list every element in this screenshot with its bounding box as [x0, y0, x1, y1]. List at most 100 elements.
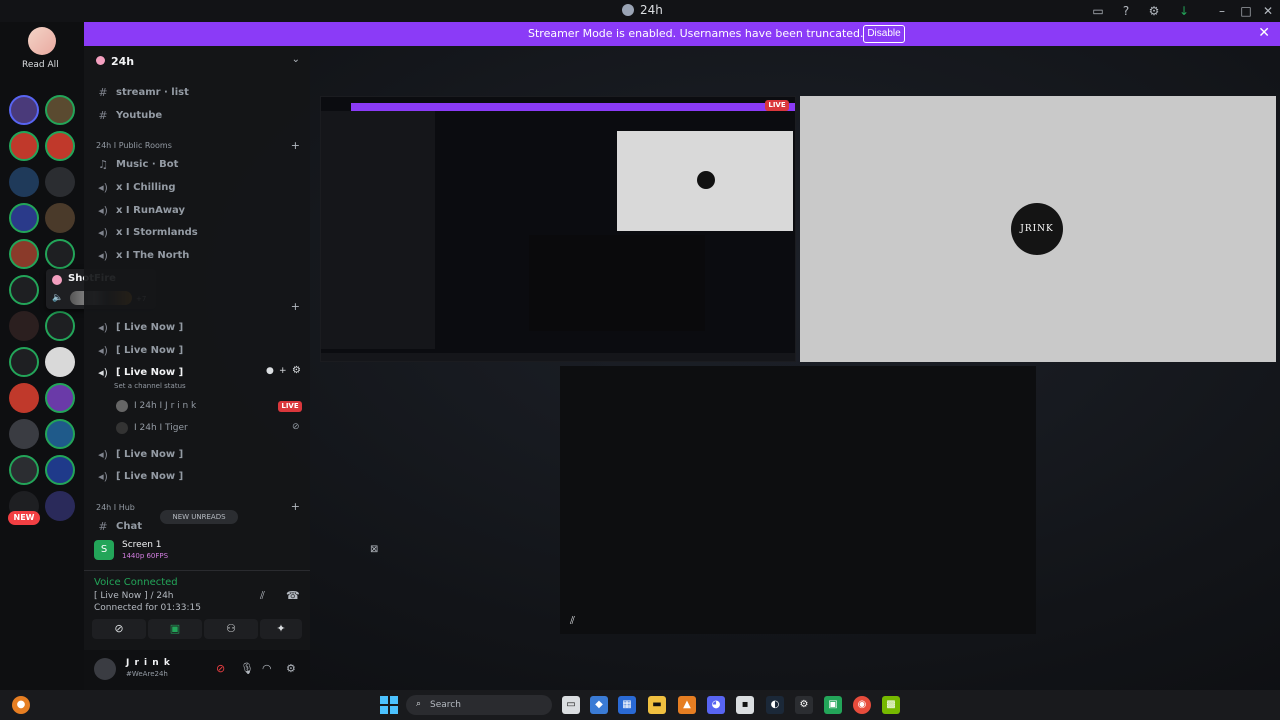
channel-label: Chat	[116, 520, 142, 532]
inbox-icon[interactable]: ▭	[1090, 3, 1106, 19]
close-banner-icon[interactable]: ✕	[1258, 25, 1270, 41]
avatar[interactable]	[94, 658, 116, 680]
voice-channel-live-now-active[interactable]: ◂) [ Live Now ]	[96, 364, 183, 380]
voice-channel-path[interactable]: [ Live Now ] / 24h	[94, 591, 174, 601]
chat-bubble-icon[interactable]: ●	[266, 366, 274, 376]
app-icon[interactable]: ▪	[736, 696, 754, 714]
channel-youtube[interactable]: # Youtube	[96, 107, 162, 123]
server-icon[interactable]	[9, 311, 39, 341]
user-settings-icon[interactable]: ⚙	[286, 662, 296, 675]
server-icon[interactable]	[9, 203, 39, 233]
server-icon[interactable]	[9, 239, 39, 269]
server-icon[interactable]	[9, 95, 39, 125]
screen-share-button[interactable]: ▣	[148, 619, 202, 639]
screen-share-thumbnail[interactable]: S	[94, 540, 114, 560]
camera-off-icon[interactable]: ⊘	[216, 662, 225, 675]
disconnect-icon[interactable]: ☎	[286, 589, 300, 602]
nvidia-icon[interactable]: ▩	[882, 696, 900, 714]
stream-tile-jrink[interactable]: JRINK	[800, 96, 1276, 362]
username[interactable]: J r i n k	[126, 658, 171, 668]
stream-tile-dark[interactable]: ⫽	[560, 366, 1036, 634]
chrome-icon[interactable]: ◉	[853, 696, 871, 714]
server-header[interactable]: 24h	[96, 55, 134, 68]
maximize-icon[interactable]: □	[1238, 3, 1254, 19]
voice-channel-chilling[interactable]: ◂) x I Chilling	[96, 179, 176, 195]
activities-button[interactable]: ⚇	[204, 619, 258, 639]
voice-channel-stormlands[interactable]: ◂) x I Stormlands	[96, 224, 198, 240]
category-public-rooms[interactable]: 24h I Public Rooms	[96, 141, 172, 150]
folder-icon[interactable]: ▬	[648, 696, 666, 714]
channel-music-bot[interactable]: ♫ Music · Bot	[96, 156, 178, 172]
voice-channel-the-north[interactable]: ◂) x I The North	[96, 247, 189, 263]
voice-channel-live-now[interactable]: ◂) [ Live Now ]	[96, 319, 183, 335]
soundboard-button[interactable]: ✦	[260, 619, 302, 639]
category-hub[interactable]: 24h I Hub	[96, 503, 135, 512]
screen-share-resolution: 1440p 60FPS	[122, 552, 169, 560]
minimize-icon[interactable]: –	[1214, 3, 1230, 19]
server-icon[interactable]	[45, 419, 75, 449]
server-icon[interactable]	[9, 131, 39, 161]
server-icon[interactable]	[9, 275, 39, 305]
disable-streamer-mode-button[interactable]: Disable	[863, 25, 905, 43]
video-off-button[interactable]: ⊘	[92, 619, 146, 639]
settings-shortcut-icon[interactable]: ⚙	[1146, 3, 1162, 19]
file-explorer-icon[interactable]: ▭	[562, 696, 580, 714]
server-icon[interactable]	[45, 203, 75, 233]
gear-icon[interactable]: ⚙	[292, 365, 301, 376]
create-channel-icon[interactable]: +	[291, 139, 300, 152]
settings-icon[interactable]: ⚙	[795, 696, 813, 714]
store-icon[interactable]: ▦	[618, 696, 636, 714]
voice-channel-live-now[interactable]: ◂) [ Live Now ]	[96, 468, 183, 484]
copilot-icon[interactable]: ◆	[590, 696, 608, 714]
server-icon[interactable]	[45, 311, 75, 341]
channel-chat[interactable]: # Chat	[96, 518, 142, 534]
voice-member-jrink[interactable]: I 24h I J r i n k	[134, 401, 196, 411]
server-icon[interactable]	[45, 131, 75, 161]
voice-channel-live-now[interactable]: ◂) [ Live Now ]	[96, 446, 183, 462]
server-icon[interactable]	[45, 383, 75, 413]
server-icon[interactable]	[45, 455, 75, 485]
user-avatar[interactable]	[116, 400, 128, 412]
channel-streamr-list[interactable]: # streamr · list	[96, 84, 189, 100]
chevron-down-icon[interactable]: ⌄	[292, 54, 300, 65]
microphone-icon[interactable]: 🎙	[240, 662, 254, 675]
server-icon[interactable]	[45, 239, 75, 269]
server-icon[interactable]	[9, 455, 39, 485]
server-icon[interactable]	[9, 167, 39, 197]
read-all-button[interactable]: Read All	[22, 60, 59, 70]
close-window-icon[interactable]: ✕	[1260, 3, 1276, 19]
create-channel-icon[interactable]: +	[291, 300, 300, 313]
direct-messages-avatar[interactable]	[28, 27, 56, 55]
server-icon[interactable]	[45, 491, 75, 521]
user-avatar[interactable]	[116, 422, 128, 434]
server-icon[interactable]	[9, 347, 39, 377]
noise-suppression-icon[interactable]: ⫽	[260, 589, 265, 603]
server-icon[interactable]	[9, 383, 39, 413]
server-icon[interactable]	[45, 167, 75, 197]
voice-connected-status[interactable]: Voice Connected	[94, 577, 178, 588]
app-icon[interactable]: ▲	[678, 696, 696, 714]
steam-icon[interactable]: ◐	[766, 696, 784, 714]
download-icon[interactable]: ↓	[1176, 3, 1192, 19]
server-icon[interactable]	[9, 419, 39, 449]
stop-share-icon[interactable]: ⊠	[370, 544, 378, 555]
voice-member-tiger[interactable]: I 24h I Tiger	[134, 423, 188, 433]
headphones-icon[interactable]: ◠	[262, 662, 272, 675]
new-servers-badge[interactable]: NEW	[8, 511, 40, 525]
xbox-icon[interactable]: ▣	[824, 696, 842, 714]
help-icon[interactable]: ?	[1118, 3, 1134, 19]
server-icon[interactable]	[45, 347, 75, 377]
discord-icon[interactable]: ◕	[707, 696, 725, 714]
voice-channel-runaway[interactable]: ◂) x I RunAway	[96, 202, 185, 218]
stream-preview-recursive[interactable]	[320, 96, 796, 362]
invite-icon[interactable]: +	[279, 366, 287, 376]
taskbar-search-input[interactable]: Search	[406, 695, 552, 715]
create-channel-icon[interactable]: +	[291, 500, 300, 513]
server-icon[interactable]	[45, 95, 75, 125]
windows-start-icon[interactable]	[380, 696, 398, 714]
set-channel-status[interactable]: Set a channel status	[114, 382, 186, 390]
weather-icon[interactable]: ●	[12, 696, 30, 714]
voice-channel-live-now[interactable]: ◂) [ Live Now ]	[96, 342, 183, 358]
stream-logo-text: JRINK	[1020, 224, 1054, 234]
new-unreads-pill[interactable]: NEW UNREADS	[160, 510, 238, 524]
